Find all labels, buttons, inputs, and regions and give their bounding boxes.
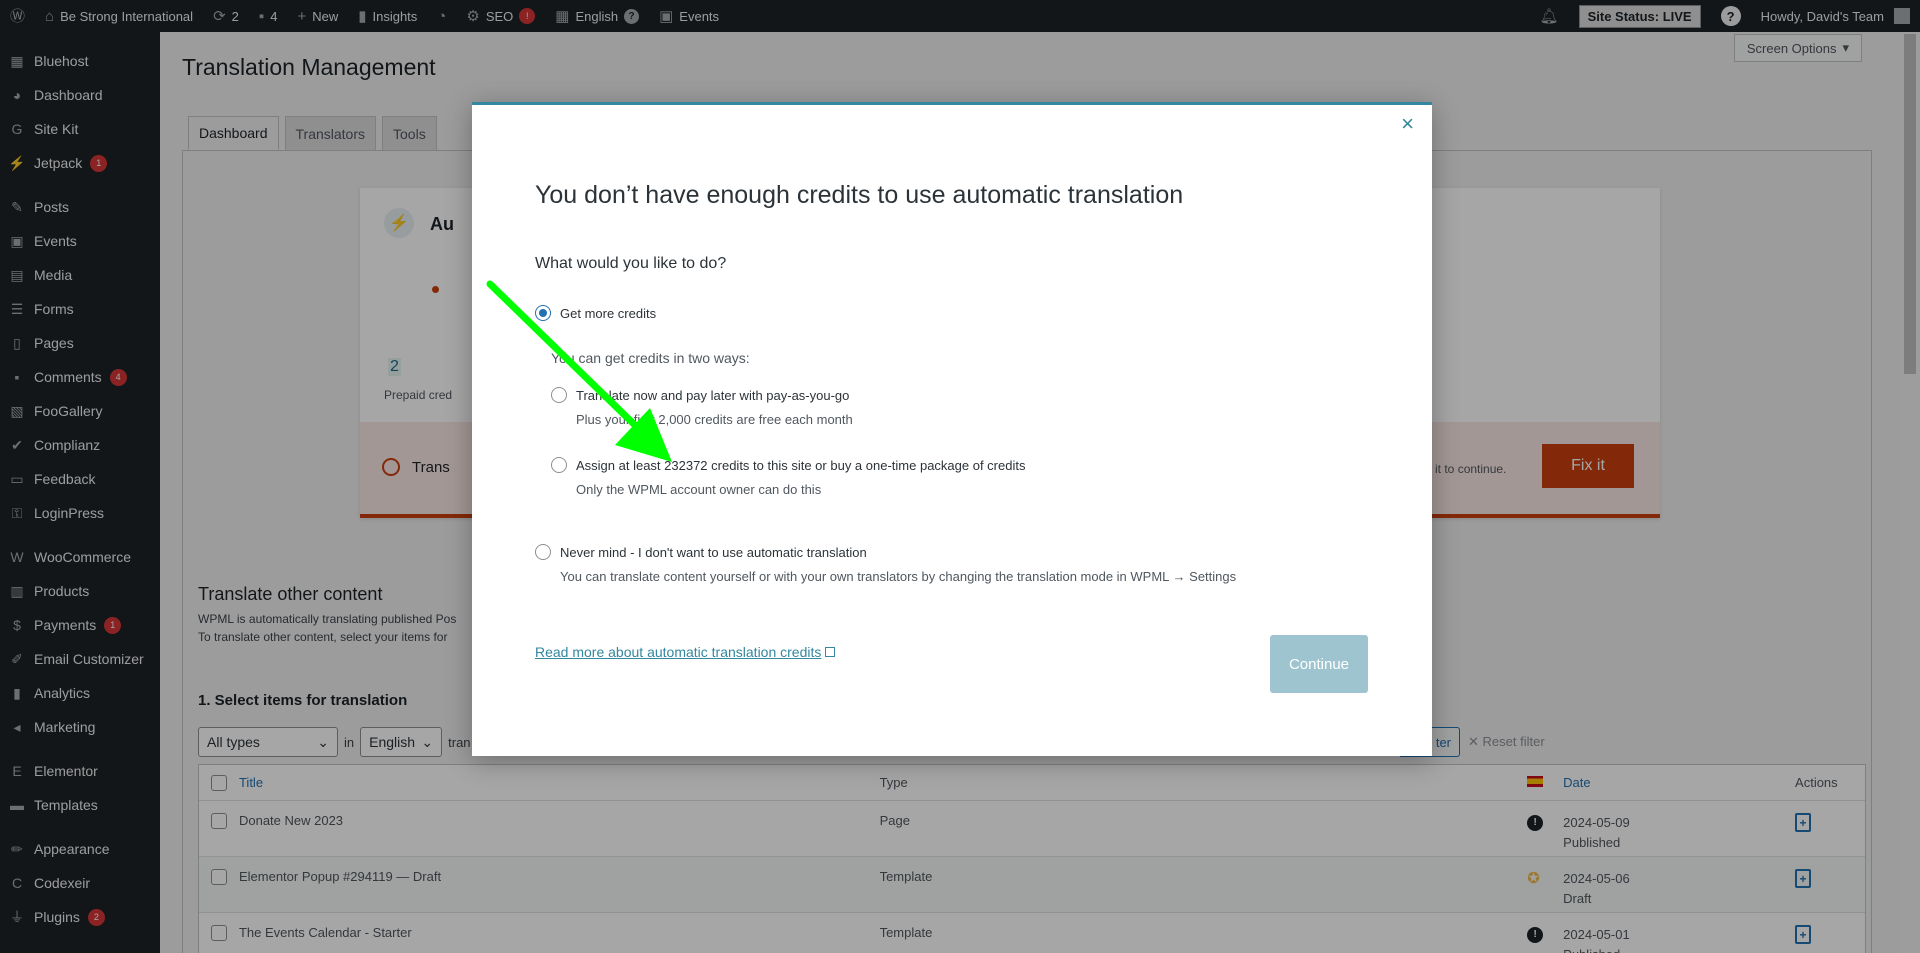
get-credits-label: Get more credits (560, 305, 657, 321)
assign-credits-radio[interactable] (551, 457, 567, 473)
modal-question: What would you like to do? (535, 255, 727, 272)
close-icon[interactable]: × (1401, 113, 1414, 135)
credits-modal: × You don’t have enough credits to use a… (472, 102, 1432, 756)
read-more-label: Read more about automatic translation cr… (535, 644, 822, 660)
pay-as-you-go-label: Translate now and pay later with pay-as-… (576, 387, 850, 403)
continue-button[interactable]: Continue (1270, 635, 1368, 693)
option-assign-credits[interactable]: Assign at least 232372 credits to this s… (551, 457, 1025, 473)
pay-as-you-go-sub: Plus your first 2,000 credits are free e… (576, 412, 853, 427)
option-pay-as-you-go[interactable]: Translate now and pay later with pay-as-… (551, 387, 849, 403)
credits-hint: You can get credits in two ways: (551, 350, 750, 366)
never-mind-radio[interactable] (535, 544, 551, 560)
external-link-icon (825, 647, 836, 657)
get-credits-radio[interactable] (535, 305, 551, 321)
assign-credits-label: Assign at least 232372 credits to this s… (576, 457, 1026, 473)
option-get-credits[interactable]: Get more credits (535, 305, 656, 321)
option-never-mind[interactable]: Never mind - I don't want to use automat… (535, 544, 867, 560)
read-more-link[interactable]: Read more about automatic translation cr… (535, 644, 836, 660)
pay-as-you-go-radio[interactable] (551, 387, 567, 403)
modal-title: You don’t have enough credits to use aut… (535, 181, 1184, 209)
never-mind-sub: You can translate content yourself or wi… (560, 569, 1237, 584)
assign-credits-sub: Only the WPML account owner can do this (576, 482, 822, 497)
never-mind-label: Never mind - I don't want to use automat… (560, 544, 867, 560)
